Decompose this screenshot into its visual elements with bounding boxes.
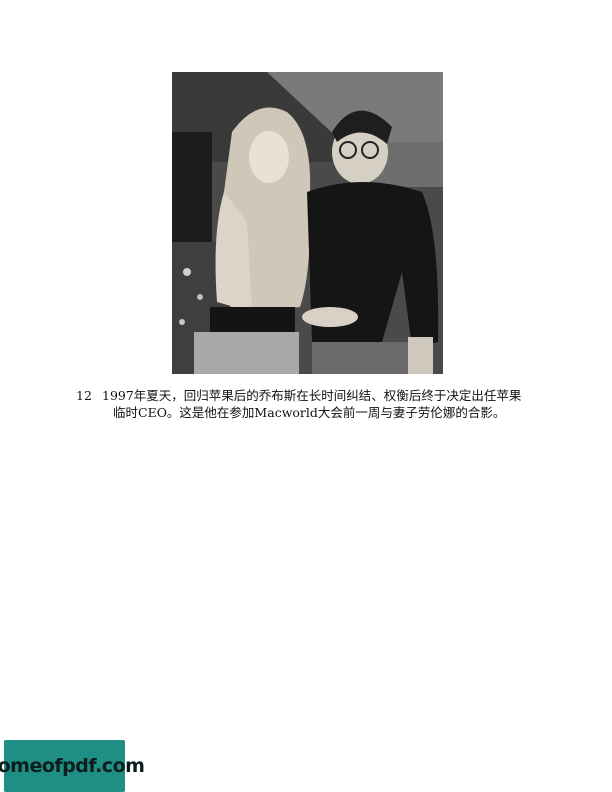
- portrait-photo: [172, 72, 443, 374]
- caption-line-1: 12 1997年夏天，回归苹果后的乔布斯在长时间纠结、权衡后终于决定出任苹果: [76, 387, 546, 404]
- caption-text-line-2: 临时CEO。这是他在参加Macworld大会前一周与妻子劳伦娜的合影。: [113, 405, 506, 420]
- watermark-logo[interactable]: homeofpdf.com: [0, 740, 145, 792]
- caption-line-2: 临时CEO。这是他在参加Macworld大会前一周与妻子劳伦娜的合影。: [76, 404, 546, 421]
- watermark-text: homeofpdf.com: [0, 755, 145, 777]
- caption-text-line-1: 1997年夏天，回归苹果后的乔布斯在长时间纠结、权衡后终于决定出任苹果: [102, 388, 522, 403]
- caption-number: 12: [76, 388, 92, 403]
- photo-caption: 12 1997年夏天，回归苹果后的乔布斯在长时间纠结、权衡后终于决定出任苹果 临时…: [76, 387, 546, 421]
- portrait-photo-icon: [172, 72, 443, 374]
